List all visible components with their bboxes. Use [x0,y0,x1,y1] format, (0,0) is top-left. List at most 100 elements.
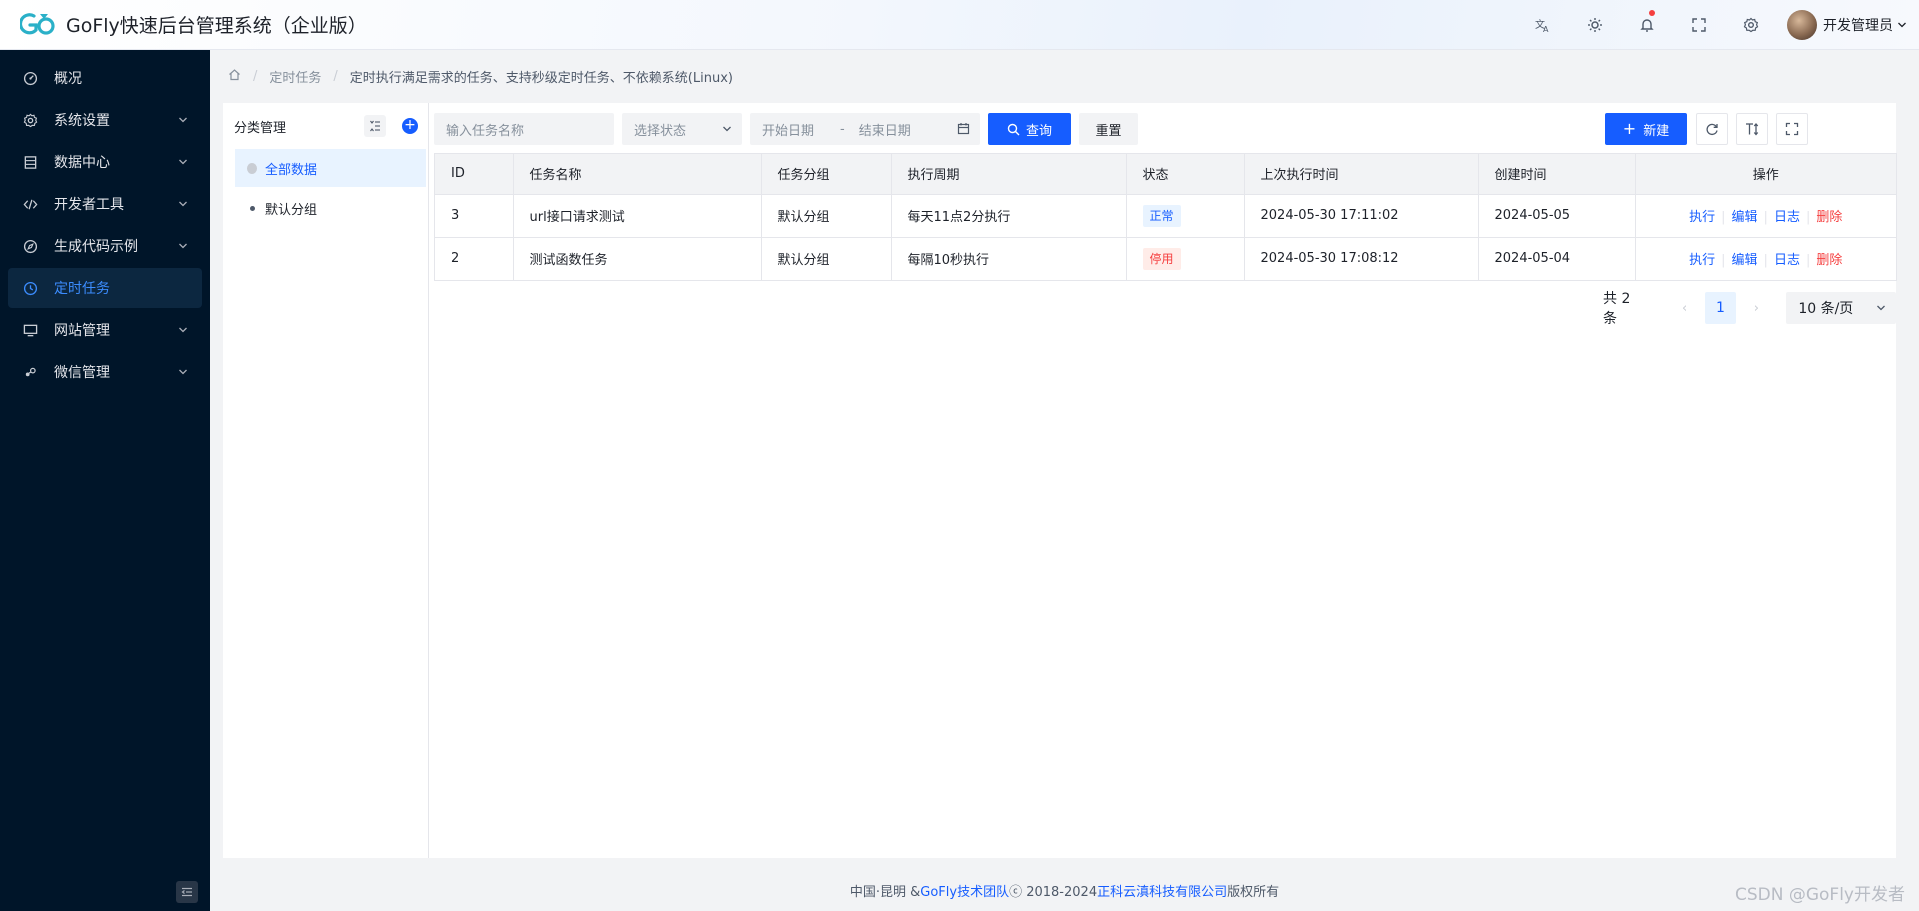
delete-link[interactable]: 删除 [1816,253,1842,268]
expand-collapse-icon[interactable] [364,115,386,137]
page-size-select[interactable]: 10 条/页 [1786,292,1896,324]
chevron-down-icon [1898,22,1906,28]
chevron-down-icon [179,327,187,333]
date-range-picker[interactable]: 开始日期 - 结束日期 [750,113,980,145]
settings-icon[interactable] [1725,0,1777,50]
category-item-all[interactable]: 全部数据 [235,149,426,187]
chevron-down-icon [1877,305,1885,311]
query-button[interactable]: 查询 [988,113,1071,145]
log-link[interactable]: 日志 [1774,210,1800,225]
table-row: 3 url接口请求测试 默认分组 每天11点2分执行 正常 2024-05-30… [435,193,1896,237]
theme-icon[interactable] [1569,0,1621,50]
breadcrumb-separator: / [253,68,258,84]
chevron-down-icon [179,201,187,207]
pagination: 共 2 条 ‹ 1 › 10 条/页 [1603,291,1896,327]
start-date-input[interactable]: 开始日期 [762,120,814,139]
delete-link[interactable]: 删除 [1816,210,1842,225]
cell-actions: 执行 | 编辑 | 日志 | 删除 [1635,236,1896,280]
chevron-down-icon [723,126,731,132]
category-header: 分类管理 + [223,103,428,149]
team-link[interactable]: GoFly技术团队 [920,881,1009,900]
svg-text:A: A [1543,25,1549,33]
dot-icon [247,203,257,213]
collapse-sidebar-icon[interactable] [176,881,198,903]
company-link[interactable]: 正科云滇科技有限公司 [1097,881,1227,900]
prev-page-icon[interactable]: ‹ [1669,301,1701,316]
column-density-icon[interactable] [1736,113,1768,145]
sidebar-item-system-settings[interactable]: 系统设置 [8,100,202,140]
next-page-icon[interactable]: › [1740,301,1772,316]
page-number[interactable]: 1 [1704,292,1737,324]
fullscreen-icon[interactable] [1673,0,1725,50]
calendar-icon [957,123,970,135]
add-category-button[interactable]: + [399,115,421,137]
sidebar-item-website-management[interactable]: 网站管理 [8,310,202,350]
bell-icon[interactable] [1621,0,1673,50]
cell-group: 默认分组 [761,193,892,237]
sidebar-item-label: 网站管理 [54,323,110,339]
sidebar-item-code-examples[interactable]: 生成代码示例 [8,226,202,266]
translate-icon[interactable]: 文A [1517,0,1569,50]
edit-link[interactable]: 编辑 [1732,253,1758,268]
home-icon[interactable] [228,68,241,85]
cell-status: 停用 [1126,236,1245,280]
sidebar-item-label: 开发者工具 [54,197,124,213]
category-item-default[interactable]: 默认分组 [235,189,426,227]
task-table: ID 任务名称 任务分组 执行周期 状态 上次执行时间 创建时间 操作 3 ur… [434,153,1897,281]
cell-group: 默认分组 [761,236,892,280]
table-header-row: ID 任务名称 任务分组 执行周期 状态 上次执行时间 创建时间 操作 [435,154,1896,194]
column-header: 创建时间 [1478,154,1636,194]
cell-cycle: 每隔10秒执行 [891,236,1127,280]
end-date-input[interactable]: 结束日期 [859,120,911,139]
chevron-down-icon [179,117,187,123]
gear-icon [22,112,38,128]
new-task-button[interactable]: + 新建 [1605,113,1687,145]
sidebar-item-overview[interactable]: 概况 [8,58,202,98]
logo[interactable]: GoFly快速后台管理系统（企业版） [20,10,367,40]
run-link[interactable]: 执行 [1689,253,1715,268]
breadcrumb-item[interactable]: 定时任务 [269,67,321,86]
sidebar-item-label: 系统设置 [54,113,110,129]
task-name-input[interactable]: 输入任务名称 [434,113,614,145]
sidebar-item-data-center[interactable]: 数据中心 [8,142,202,182]
footer-prefix: 中国·昆明 & [849,885,921,900]
breadcrumb-current: 定时执行满足需求的任务、支持秒级定时任务、不依赖系统(Linux) [349,70,733,86]
search-toolbar: 输入任务名称 选择状态 开始日期 - 结束日期 查询 重置 + 新建 [434,113,1884,146]
table-row: 2 测试函数任务 默认分组 每隔10秒执行 停用 2024-05-30 17:0… [435,236,1896,280]
dashboard-icon [22,70,38,86]
user-menu[interactable]: 开发管理员 [1787,10,1907,40]
column-header: 状态 [1126,154,1245,194]
sidebar-item-label: 数据中心 [54,155,110,171]
log-link[interactable]: 日志 [1774,253,1800,268]
sidebar-item-wechat-management[interactable]: 微信管理 [8,352,202,392]
cell-name: 测试函数任务 [513,236,762,280]
sidebar-item-label: 生成代码示例 [54,239,138,255]
notification-dot [1649,10,1655,16]
column-header: 执行周期 [891,154,1127,194]
status-badge: 正常 [1142,204,1181,227]
breadcrumb: / 定时任务 / 定时执行满足需求的任务、支持秒级定时任务、不依赖系统(Linu… [210,50,1919,102]
table-fullscreen-icon[interactable] [1776,113,1808,145]
reset-button[interactable]: 重置 [1079,113,1138,145]
plus-icon: + [1622,119,1637,138]
wechat-icon [22,364,38,380]
database-icon [22,154,38,170]
total-count: 共 2 条 [1603,291,1631,327]
run-link[interactable]: 执行 [1689,210,1715,225]
sidebar-item-developer-tools[interactable]: 开发者工具 [8,184,202,224]
date-separator: - [840,121,845,137]
cell-name: url接口请求测试 [513,193,762,237]
category-title: 分类管理 [234,120,287,136]
avatar[interactable] [1787,10,1817,40]
status-select[interactable]: 选择状态 [622,113,742,145]
chevron-down-icon [179,159,187,165]
folder-icon [247,162,257,174]
column-header: 操作 [1635,154,1896,194]
logo-icon [20,12,55,35]
footer: 中国·昆明 & GoFly技术团队 ⓒ 2018-2024 正科云滇科技有限公司… [210,870,1919,911]
edit-link[interactable]: 编辑 [1732,210,1758,225]
cell-created: 2024-05-04 [1478,236,1636,280]
footer-copyright: ⓒ 2018-2024 [1009,885,1098,900]
refresh-icon[interactable] [1696,113,1728,145]
sidebar-item-scheduled-tasks[interactable]: 定时任务 [8,268,202,308]
